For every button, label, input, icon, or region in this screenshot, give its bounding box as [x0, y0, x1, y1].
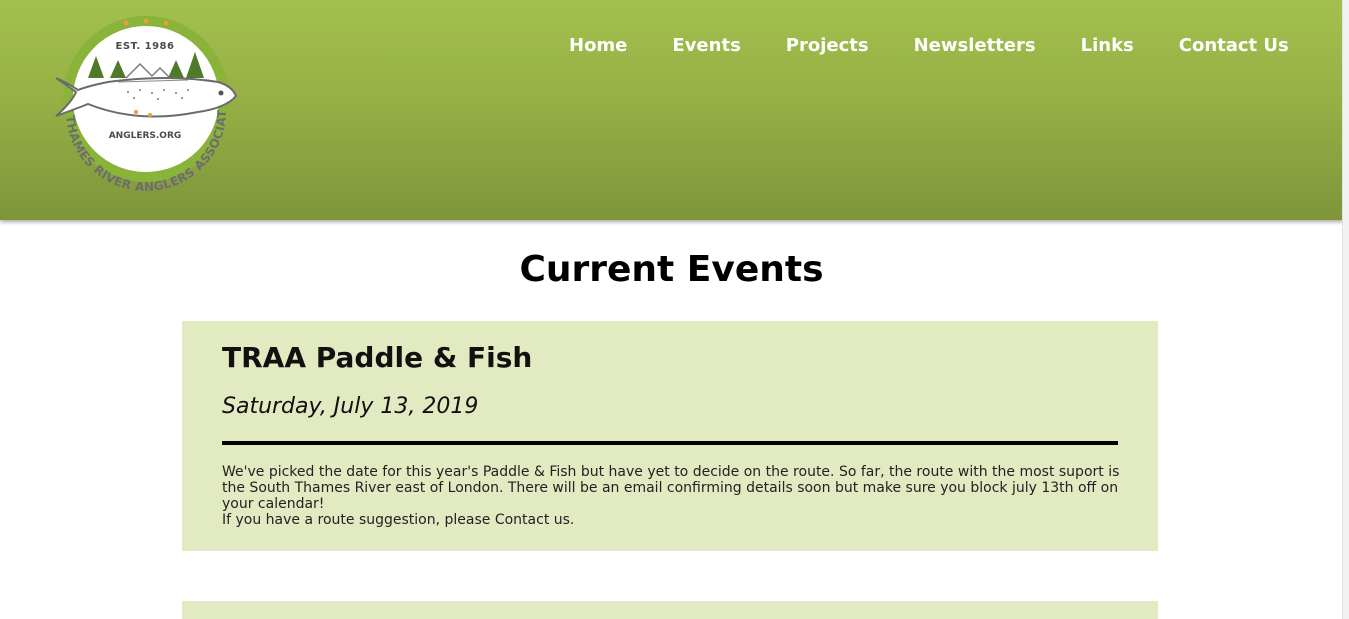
site-header: THAMES RIVER ANGLERS ASSOCIATION [0, 0, 1343, 220]
logo-site-text: ANGLERS.ORG [108, 131, 182, 141]
event-date: Saturday, July 13, 2019 [222, 394, 479, 419]
event-contact-note: If you have a route suggestion, please C… [222, 512, 575, 528]
event-card: TRAA Paddle & Fish Saturday, July 13, 20… [182, 321, 1158, 551]
page-title: Current Events [519, 249, 824, 290]
event-description-text: We've picked the date for this year's Pa… [222, 464, 1120, 512]
nav-home[interactable]: Home [569, 34, 627, 58]
nav-links[interactable]: Links [1081, 34, 1134, 58]
logo-est-text: EST. 1986 [115, 41, 175, 52]
page: THAMES RIVER ANGLERS ASSOCIATION [0, 0, 1349, 619]
event-divider [222, 441, 1118, 445]
nav-events[interactable]: Events [672, 34, 740, 58]
event-card-next [182, 601, 1158, 619]
main-nav: Home Events Projects Newsletters Links C… [569, 34, 1289, 58]
nav-projects[interactable]: Projects [786, 34, 869, 58]
event-description: We've picked the date for this year's Pa… [222, 464, 1122, 528]
page-scrollbar[interactable] [1342, 0, 1349, 619]
nav-newsletters[interactable]: Newsletters [914, 34, 1036, 58]
nav-contact-us[interactable]: Contact Us [1179, 34, 1289, 58]
event-title: TRAA Paddle & Fish [222, 341, 533, 374]
site-logo[interactable]: THAMES RIVER ANGLERS ASSOCIATION [48, 16, 243, 191]
